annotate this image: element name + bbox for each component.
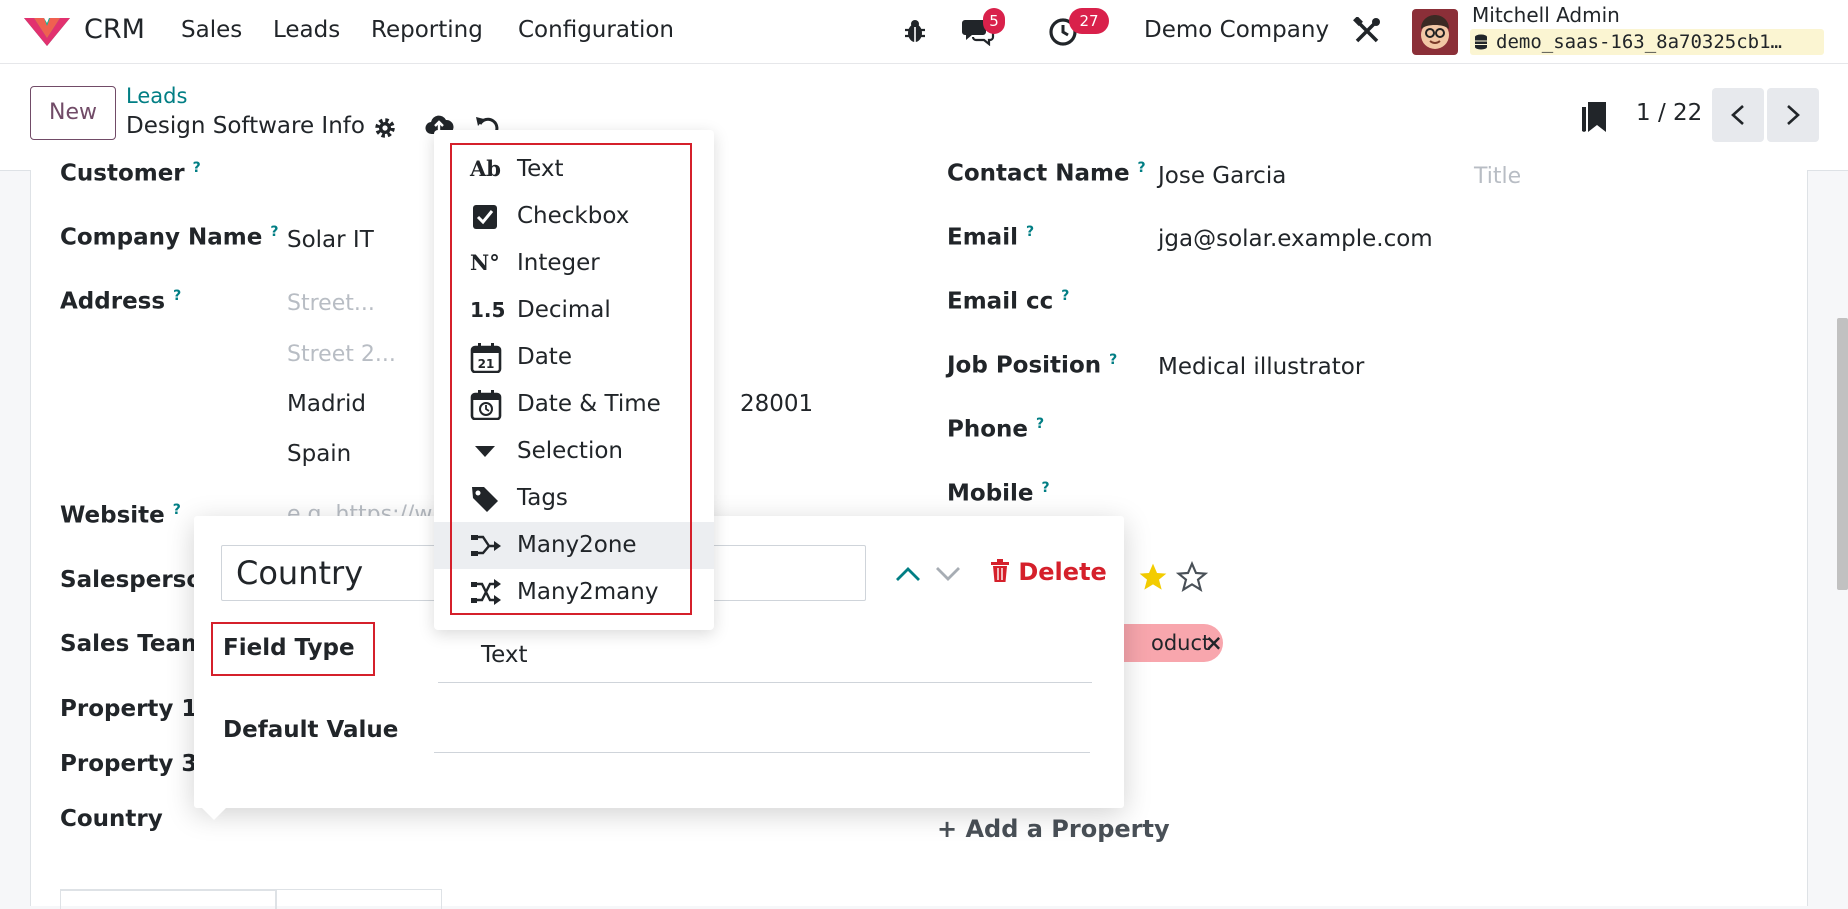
- help-icon[interactable]: ?: [1036, 416, 1044, 432]
- help-icon[interactable]: ?: [270, 224, 278, 240]
- tag-label: oduct: [1151, 631, 1211, 655]
- add-property-button[interactable]: + Add a Property: [937, 815, 1170, 843]
- country-input[interactable]: Spain: [287, 441, 351, 467]
- email-input[interactable]: jga@solar.example.com: [1158, 226, 1433, 252]
- default-value-input[interactable]: [434, 752, 1090, 753]
- move-down-chevron-icon[interactable]: [934, 564, 962, 584]
- top-navbar: CRM Sales Leads Reporting Configuration …: [0, 0, 1848, 64]
- customer-label: Customer?: [60, 160, 201, 187]
- messages-badge: 5: [983, 8, 1005, 34]
- delete-property-button[interactable]: Delete: [990, 558, 1107, 586]
- address-label: Address?: [60, 288, 182, 315]
- menu-leads[interactable]: Leads: [273, 17, 340, 43]
- pager-value[interactable]: 1 / 22: [1636, 100, 1702, 126]
- field-type-underline: [438, 682, 1092, 683]
- control-panel: New Leads Design Software Info 1 / 22: [0, 64, 1848, 171]
- bookmark-icon[interactable]: [1579, 100, 1609, 134]
- job-position-input[interactable]: Medical illustrator: [1158, 354, 1364, 380]
- breadcrumb-leads[interactable]: Leads: [126, 84, 187, 108]
- record-title: Design Software Info: [126, 113, 365, 139]
- gear-icon[interactable]: [373, 116, 397, 140]
- street-input[interactable]: Street...: [287, 291, 375, 316]
- help-icon[interactable]: ?: [173, 502, 181, 518]
- help-icon[interactable]: ?: [1109, 352, 1117, 368]
- contact-name-label: Contact Name?: [947, 160, 1146, 187]
- field-type-dropdown: Ab Text Checkbox N° Integer 1.5 Decimal …: [434, 130, 714, 630]
- contact-name-input[interactable]: Jose Garcia: [1158, 163, 1286, 189]
- email-label: Email?: [947, 224, 1035, 251]
- field-type-label: Field Type: [223, 635, 355, 661]
- country-property-label: Country: [60, 806, 163, 832]
- database-icon: [1475, 34, 1487, 50]
- city-input[interactable]: Madrid: [287, 391, 366, 417]
- database-name: demo_saas-163_8a70325cb1…: [1496, 31, 1782, 53]
- menu-sales[interactable]: Sales: [181, 17, 242, 43]
- website-label: Website?: [60, 502, 181, 529]
- activities-badge: 27: [1069, 8, 1109, 34]
- default-value-label: Default Value: [223, 717, 399, 743]
- zip-input[interactable]: 28001: [740, 391, 813, 417]
- odoo-crm-logo-icon[interactable]: [22, 14, 72, 48]
- field-type-select[interactable]: Text: [481, 642, 528, 668]
- priority-star-empty-icon[interactable]: [1176, 561, 1208, 593]
- help-icon[interactable]: ?: [173, 288, 181, 304]
- new-button[interactable]: New: [30, 86, 116, 140]
- chevron-right-icon: [1787, 105, 1800, 125]
- company-name-label: Company Name?: [60, 224, 279, 251]
- database-badge: demo_saas-163_8a70325cb1…: [1470, 29, 1824, 55]
- avatar[interactable]: [1412, 9, 1458, 55]
- company-name-input[interactable]: Solar IT: [287, 227, 374, 253]
- menu-configuration[interactable]: Configuration: [518, 17, 674, 43]
- street2-input[interactable]: Street 2...: [287, 342, 396, 367]
- menu-reporting[interactable]: Reporting: [371, 17, 483, 43]
- scrollbar[interactable]: [1837, 318, 1848, 590]
- title-input[interactable]: Title: [1474, 164, 1521, 189]
- tag-remove-icon[interactable]: ×: [1205, 624, 1223, 662]
- pager-next-button[interactable]: [1767, 88, 1819, 142]
- chevron-left-icon: [1731, 105, 1744, 125]
- notebook-tab[interactable]: [60, 889, 276, 909]
- sales-team-label: Sales Team: [60, 631, 205, 657]
- move-up-chevron-icon[interactable]: [894, 564, 922, 584]
- company-switcher[interactable]: Demo Company: [1144, 17, 1329, 43]
- help-icon[interactable]: ?: [1138, 160, 1146, 176]
- property-3-label: Property 3: [60, 751, 198, 777]
- help-icon[interactable]: ?: [1061, 288, 1069, 304]
- priority-star-filled-icon[interactable]: [1137, 561, 1169, 593]
- plus-icon: +: [937, 815, 958, 843]
- dropdown-highlight: [450, 143, 692, 615]
- notebook-tab[interactable]: [276, 889, 442, 909]
- pager-previous-button[interactable]: [1712, 88, 1764, 142]
- help-icon[interactable]: ?: [1026, 224, 1034, 240]
- phone-label: Phone?: [947, 416, 1045, 443]
- popover-arrow: [200, 806, 228, 820]
- help-icon[interactable]: ?: [193, 160, 201, 176]
- property-1-label: Property 1: [60, 696, 198, 722]
- bug-icon[interactable]: [903, 18, 927, 44]
- job-position-label: Job Position?: [947, 352, 1118, 379]
- trash-icon: [991, 559, 1009, 582]
- email-cc-label: Email cc?: [947, 288, 1070, 315]
- app-name[interactable]: CRM: [84, 14, 145, 45]
- user-name[interactable]: Mitchell Admin: [1472, 3, 1620, 27]
- tools-icon[interactable]: [1353, 17, 1381, 45]
- mobile-label: Mobile?: [947, 480, 1050, 507]
- help-icon[interactable]: ?: [1042, 480, 1050, 496]
